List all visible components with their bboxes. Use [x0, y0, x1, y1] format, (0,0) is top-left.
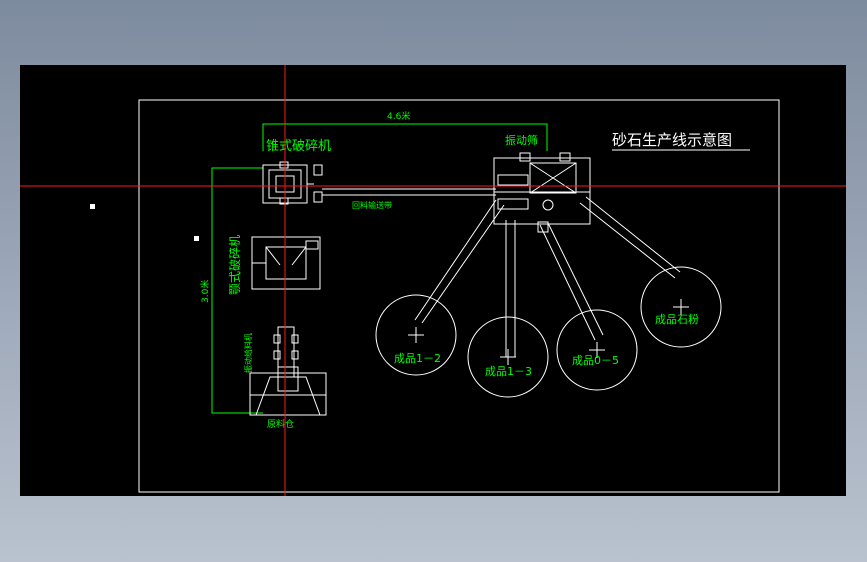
product-pile-2-label: 成品1－3 — [485, 365, 532, 378]
product-pile-4 — [640, 266, 722, 348]
raw-bin-label: 原料仓 — [267, 418, 294, 430]
dim-width-label: 4.6米 — [387, 110, 410, 122]
ucs-mark-2 — [194, 236, 199, 241]
vibrating-feeder-label: 振动给料机 — [243, 333, 253, 373]
drawing-canvas: 砂石生产线示意图 4.6米 3.0米 锥式破碎机 回料输送带 振动筛 成品1－2… — [20, 65, 846, 496]
cad-viewport[interactable]: 砂石生产线示意图 4.6米 3.0米 锥式破碎机 回料输送带 振动筛 成品1－2… — [20, 65, 846, 496]
drawing-title: 砂石生产线示意图 — [612, 131, 732, 149]
jaw-crusher-label: 颚式破碎机 — [227, 235, 242, 295]
discharge-conveyors — [414, 196, 681, 357]
vibrating-screen — [493, 152, 591, 233]
product-pile-4-label: 成品石粉 — [655, 313, 699, 326]
product-pile-2 — [467, 316, 549, 398]
jaw-crusher — [251, 236, 321, 290]
return-conveyor — [322, 188, 496, 196]
vibrating-screen-label: 振动筛 — [505, 133, 538, 147]
drawing-border — [138, 99, 780, 493]
cone-crusher — [262, 161, 323, 205]
ucs-mark — [90, 204, 95, 209]
product-pile-1-label: 成品1－2 — [394, 352, 441, 365]
product-pile-3-label: 成品0－5 — [572, 354, 619, 367]
return-conveyor-label: 回料输送带 — [352, 200, 392, 210]
cone-crusher-label: 锥式破碎机 — [266, 139, 331, 154]
raw-material-bin — [249, 366, 327, 416]
dim-height-label: 3.0米 — [199, 280, 211, 303]
